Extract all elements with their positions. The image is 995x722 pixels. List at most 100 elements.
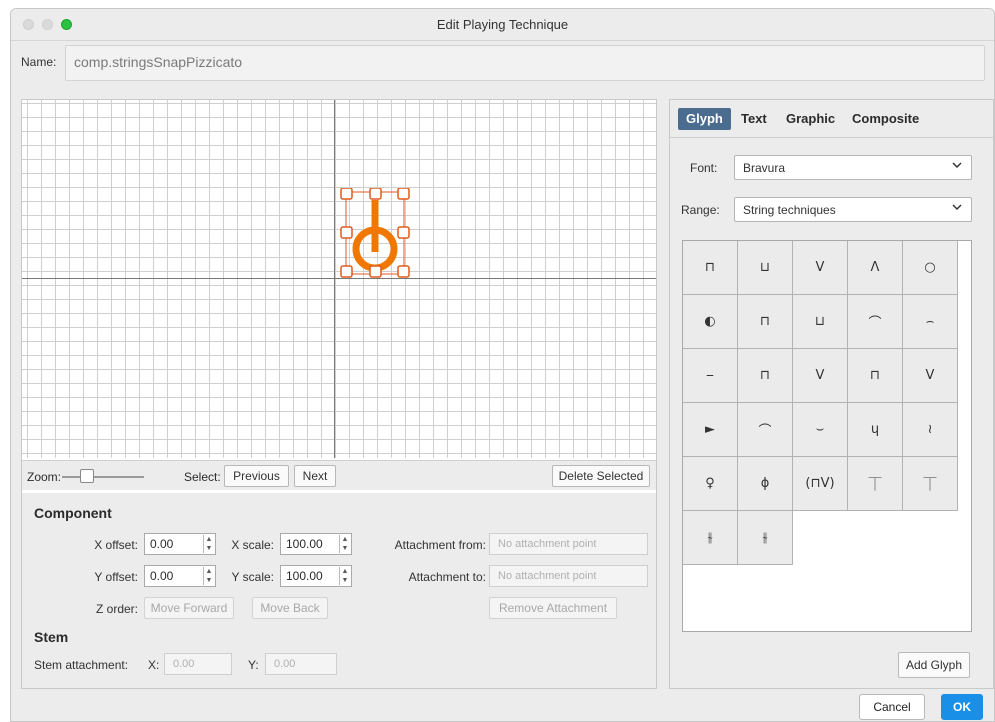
edit-playing-technique-dialog: Edit Playing Technique Name: comp.string… — [10, 8, 995, 722]
add-glyph-button[interactable]: Add Glyph — [898, 652, 970, 678]
font-select[interactable]: Bravura — [734, 155, 972, 180]
tab-graphic[interactable]: Graphic — [778, 108, 843, 130]
x-scale-value: 100.00 — [286, 537, 323, 551]
up-bow-small-icon[interactable]: ⊔ — [793, 295, 848, 349]
attachment-from-label: Attachment from: — [394, 538, 486, 552]
stem-x-label: X: — [148, 658, 160, 672]
selected-glyph[interactable] — [340, 188, 410, 278]
title-bar: Edit Playing Technique — [11, 9, 994, 41]
down-bow-icon[interactable]: ⊓ — [683, 241, 738, 295]
resize-handle[interactable] — [397, 226, 410, 239]
component-title: Component — [34, 505, 112, 521]
next-button[interactable]: Next — [294, 465, 336, 487]
resize-handle[interactable] — [340, 265, 353, 278]
move-forward-button[interactable]: Move Forward — [144, 597, 234, 619]
down-bow-small-icon[interactable]: ⊓ — [738, 295, 793, 349]
ok-button[interactable]: OK — [941, 694, 983, 720]
z-order-label: Z order: — [95, 602, 138, 616]
glyph-canvas[interactable] — [22, 100, 656, 458]
remove-attachment-button[interactable]: Remove Attachment — [489, 597, 617, 619]
x-offset-stepper-icon[interactable]: ▲ ▼ — [203, 535, 214, 553]
name-field[interactable]: comp.stringsSnapPizzicato — [65, 45, 985, 81]
dash-icon[interactable]: ⎯ — [683, 349, 738, 403]
range-select[interactable]: String techniques — [734, 197, 972, 222]
triangle-right-icon[interactable]: ► — [683, 403, 738, 457]
zoom-slider-thumb[interactable] — [80, 469, 94, 483]
v-double-icon[interactable]: V — [903, 349, 958, 403]
x-offset-label: X offset: — [94, 538, 138, 552]
resize-handle[interactable] — [369, 265, 382, 278]
zoom-label: Zoom: — [27, 470, 62, 484]
wave-icon[interactable]: ≀ — [903, 403, 958, 457]
previous-button[interactable]: Previous — [224, 465, 289, 487]
y-offset-label: Y offset: — [94, 570, 138, 584]
v-stroke-icon[interactable]: V — [793, 349, 848, 403]
smile-dots-icon[interactable]: ⌣ — [793, 403, 848, 457]
thumb-pos-icon[interactable]: ϕ — [738, 457, 793, 511]
tab-glyph[interactable]: Glyph — [678, 108, 731, 130]
stem-y-field[interactable]: 0.00 — [265, 653, 337, 675]
delete-selected-button[interactable]: Delete Selected — [552, 465, 650, 487]
move-back-button[interactable]: Move Back — [252, 597, 328, 619]
y-offset-stepper-icon[interactable]: ▲ ▼ — [203, 567, 214, 585]
resize-handle[interactable] — [397, 265, 410, 278]
editor-panel: Zoom: Select: Previous Next Delete Selec… — [21, 99, 657, 689]
stem-x-field[interactable]: 0.00 — [164, 653, 232, 675]
horizontal-axis — [22, 278, 656, 279]
resize-handle[interactable] — [340, 226, 353, 239]
down-bow-stroke-alt-icon[interactable]: ⊓ — [848, 349, 903, 403]
select-label: Select: — [184, 470, 221, 484]
bow-pair-icon[interactable]: (⊓V) — [793, 457, 848, 511]
y-offset-value: 0.00 — [150, 569, 174, 583]
component-section: Component X offset: 0.00 ▲ ▼ X scale: 100… — [22, 493, 656, 688]
resize-handle[interactable] — [397, 188, 410, 200]
chevron-down-icon — [952, 162, 962, 169]
y-scale-stepper-icon[interactable]: ▲ ▼ — [339, 567, 350, 585]
harmonic-circle-icon[interactable]: ○ — [903, 241, 958, 295]
zoom-slider-track[interactable] — [62, 476, 144, 478]
glyph-palette: ⊓ ⊔ V Λ ○ ◐ ⊓ ⊔ ⌒ ⌢ ⎯ ⊓ V ⊓ V ► ⌒ ⌣ ɥ ≀ ♀ ϕ (⊓V) ⏉ ⏉ ⫳ ⫳ — [682, 240, 972, 632]
x-scale-stepper-icon[interactable]: ▲ ▼ — [339, 535, 350, 553]
attachment-to-field[interactable]: No attachment point — [489, 565, 648, 587]
down-bow-stroke-icon[interactable]: ⊓ — [738, 349, 793, 403]
resize-handle[interactable] — [369, 188, 382, 200]
arc-flat-icon[interactable]: ⌢ — [903, 295, 958, 349]
chop-alt-icon[interactable]: ⏉ — [903, 457, 958, 511]
font-select-value: Bravura — [743, 161, 786, 175]
snap-pizzicato-stroke — [371, 200, 379, 252]
up-bow-icon[interactable]: ⊔ — [738, 241, 793, 295]
glyph-source-panel: Glyph Text Graphic Composite Font: Bravu… — [669, 99, 994, 689]
h-mark-icon[interactable]: ɥ — [848, 403, 903, 457]
arc-dots-icon[interactable]: ⌒ — [738, 403, 793, 457]
attachment-to-label: Attachment to: — [408, 570, 486, 584]
half-harmonic-icon[interactable]: ◐ — [683, 295, 738, 349]
open-pizz-icon[interactable]: ♀ — [683, 457, 738, 511]
font-label: Font: — [690, 161, 718, 175]
canvas-toolbar: Zoom: Select: Previous Next Delete Selec… — [22, 460, 656, 490]
resize-handle[interactable] — [340, 188, 353, 200]
arc-icon[interactable]: ⌒ — [848, 295, 903, 349]
source-tabs: Glyph Text Graphic Composite — [670, 100, 993, 138]
tab-text[interactable]: Text — [733, 108, 775, 130]
y-scale-spinner[interactable]: 100.00 ▲ ▼ — [280, 565, 352, 587]
y-scale-value: 100.00 — [286, 569, 323, 583]
scrape-alt-icon[interactable]: ⫳ — [738, 511, 793, 565]
x-scale-label: X scale: — [231, 538, 274, 552]
window-title: Edit Playing Technique — [436, 17, 569, 32]
up-bow-alt-icon[interactable]: V — [793, 241, 848, 295]
range-select-value: String techniques — [743, 203, 836, 217]
stem-title: Stem — [34, 629, 69, 645]
cancel-button[interactable]: Cancel — [859, 694, 925, 720]
stem-attachment-label: Stem attachment: — [34, 658, 129, 672]
chevron-down-icon — [952, 204, 962, 211]
stem-y-label: Y: — [248, 658, 259, 672]
attachment-from-field[interactable]: No attachment point — [489, 533, 648, 555]
x-scale-spinner[interactable]: 100.00 ▲ ▼ — [280, 533, 352, 555]
chop-icon[interactable]: ⏉ — [848, 457, 903, 511]
y-offset-spinner[interactable]: 0.00 ▲ ▼ — [144, 565, 216, 587]
vertical-axis — [334, 100, 335, 458]
down-bow-alt-icon[interactable]: Λ — [848, 241, 903, 295]
x-offset-spinner[interactable]: 0.00 ▲ ▼ — [144, 533, 216, 555]
tab-composite[interactable]: Composite — [844, 108, 927, 130]
scrape-icon[interactable]: ⫳ — [683, 511, 738, 565]
